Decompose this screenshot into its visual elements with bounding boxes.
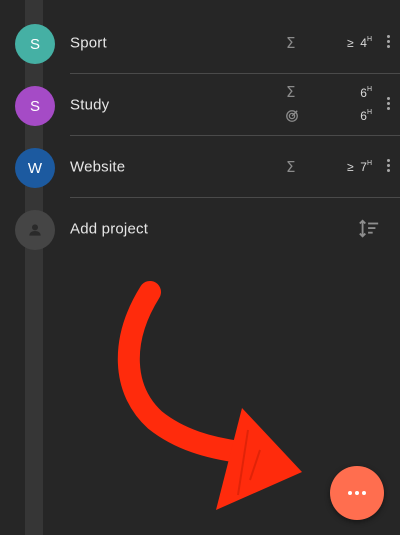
curved-arrow-icon xyxy=(117,281,302,510)
target-icon xyxy=(286,110,298,122)
project-name: Website xyxy=(70,158,126,176)
project-avatar: W xyxy=(15,148,55,188)
project-row-website[interactable]: W Website Σ ≥ 7H xyxy=(0,136,400,198)
sigma-icon: Σ xyxy=(286,83,296,101)
goal-unit: H xyxy=(366,160,372,167)
add-project-row[interactable]: Add project xyxy=(0,198,400,260)
total-number: 6 xyxy=(360,86,367,100)
total-unit: H xyxy=(366,86,372,93)
target-number: 6 xyxy=(360,109,367,123)
more-options-icon[interactable] xyxy=(386,159,390,175)
goal-value: ≥ 7H xyxy=(347,160,372,174)
more-horizontal-icon xyxy=(348,491,366,495)
more-options-icon[interactable] xyxy=(386,35,390,51)
project-name: Sport xyxy=(70,34,107,52)
more-options-icon[interactable] xyxy=(386,97,390,113)
project-avatar: S xyxy=(15,24,55,64)
goal-prefix: ≥ xyxy=(346,160,354,174)
total-value: 6H xyxy=(360,86,372,100)
goal-number: 7 xyxy=(360,160,367,174)
goal-value: ≥ 4H xyxy=(347,36,372,50)
sigma-icon: Σ xyxy=(286,158,296,176)
target-unit: H xyxy=(366,109,372,116)
goal-number: 4 xyxy=(360,36,367,50)
more-actions-button[interactable] xyxy=(330,466,384,520)
person-icon xyxy=(15,210,55,250)
project-initial: S xyxy=(29,35,40,53)
project-row-sport[interactable]: S Sport Σ ≥ 4H xyxy=(0,12,400,74)
sort-icon[interactable] xyxy=(358,218,380,240)
add-project-label: Add project xyxy=(70,220,149,238)
target-value: 6H xyxy=(360,109,372,123)
project-row-study[interactable]: S Study Σ 6H 6H xyxy=(0,74,400,136)
goal-unit: H xyxy=(366,36,372,43)
projects-screen: S Sport Σ ≥ 4H S Study Σ 6H 6H W Website… xyxy=(0,0,400,535)
project-name: Study xyxy=(70,96,110,114)
project-initial: S xyxy=(29,97,40,115)
project-avatar: S xyxy=(15,86,55,126)
sigma-icon: Σ xyxy=(286,34,296,52)
project-initial: W xyxy=(27,159,43,177)
goal-prefix: ≥ xyxy=(346,36,354,50)
